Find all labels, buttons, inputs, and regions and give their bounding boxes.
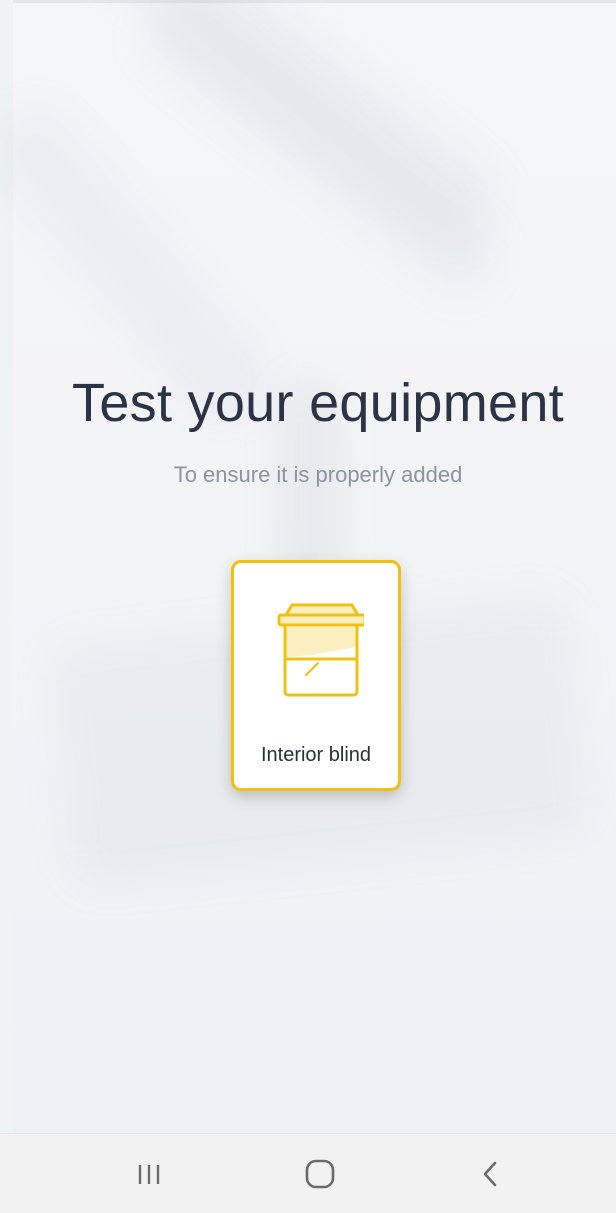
home-button[interactable] [285,1148,355,1200]
main-screen: Test your equipment To ensure it is prop… [0,0,616,1133]
equipment-card-interior-blind[interactable]: Interior blind [231,560,401,791]
back-button[interactable] [455,1148,525,1200]
system-navigation-bar [0,1133,616,1213]
back-icon [479,1159,501,1189]
top-edge-divider [0,0,616,3]
recents-icon [135,1159,165,1189]
page-subtitle: To ensure it is properly added [173,462,463,487]
home-icon [304,1158,336,1190]
page-title: Test your equipment [72,373,564,433]
equipment-label: Interior blind [260,744,372,766]
recents-button[interactable] [115,1148,185,1200]
interior-blind-icon [272,599,367,699]
